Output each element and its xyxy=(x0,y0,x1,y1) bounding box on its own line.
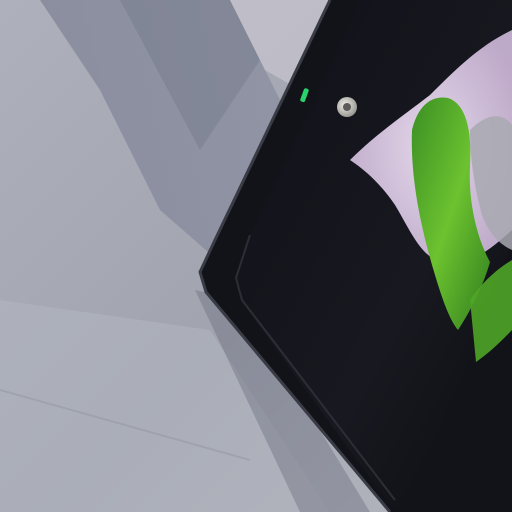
scene-svg xyxy=(0,0,512,512)
camera-lens xyxy=(343,103,351,111)
photo-scene xyxy=(0,0,512,512)
